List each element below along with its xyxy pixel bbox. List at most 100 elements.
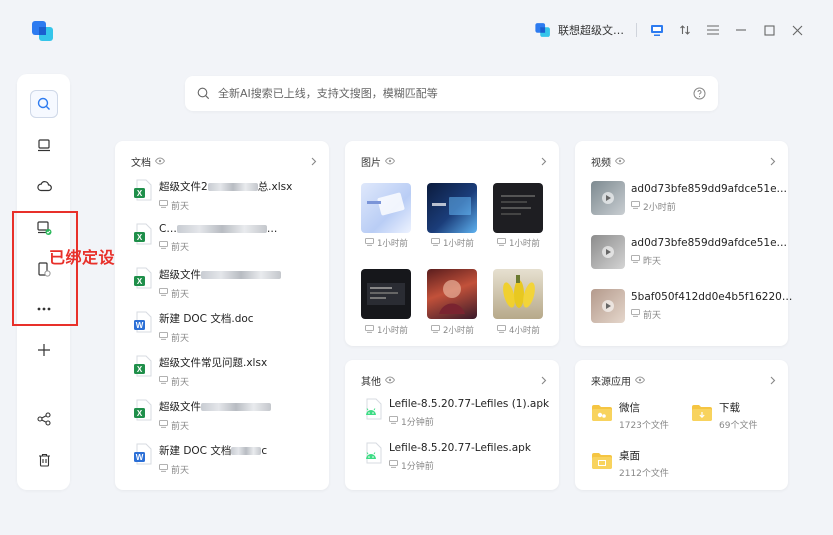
video-item[interactable]: ad0d73bfe859dd9afdce51e… 2小时前: [631, 183, 787, 213]
computer-icon: [431, 237, 440, 249]
minimize-icon[interactable]: [733, 22, 749, 38]
apk-file-item[interactable]: Lefile-8.5.20.77-Lefiles.apk 1分钟前: [363, 442, 531, 472]
computer-icon: [497, 237, 506, 249]
video-thumbnail[interactable]: [591, 289, 625, 323]
trash-icon: [38, 453, 50, 467]
download-folder-icon: [691, 404, 713, 431]
search-input[interactable]: [218, 87, 693, 100]
others-card: 其他 Lefile-8.5.20.77-Lefiles (1).apk 1分钟前 L…: [345, 360, 559, 490]
video-name: 5baf050f412dd0e4b5f16220…: [631, 291, 793, 303]
svg-text:X: X: [137, 233, 143, 242]
excel-file-icon: X: [133, 355, 153, 377]
menu-icon[interactable]: [705, 22, 721, 38]
eye-icon[interactable]: [635, 376, 645, 384]
desktop-folder-icon: [591, 452, 613, 479]
video-name: ad0d73bfe859dd9afdce51e…: [631, 237, 788, 249]
video-thumbnail[interactable]: [591, 181, 625, 215]
eye-icon[interactable]: [385, 157, 395, 165]
android-icon: [363, 398, 383, 420]
computer-icon: [389, 460, 398, 471]
document-meta: 前天: [159, 240, 277, 253]
redacted-text: [201, 403, 271, 411]
image-thumbnail[interactable]: [361, 269, 411, 319]
video-item[interactable]: ad0d73bfe859dd9afdce51e… 昨天: [631, 237, 787, 267]
add-icon: [38, 344, 50, 356]
documents-title: 文档: [131, 157, 151, 169]
app-logo-icon: [32, 21, 53, 41]
document-item[interactable]: X C…… 前天: [133, 223, 277, 253]
images-title: 图片: [361, 157, 381, 169]
help-icon[interactable]: [693, 87, 706, 100]
image-time: 4小时前: [497, 324, 540, 336]
image-thumbnail[interactable]: [361, 183, 411, 233]
annotation-highlight-box: [12, 211, 78, 326]
image-thumbnail[interactable]: [493, 269, 543, 319]
search-bar[interactable]: [185, 76, 718, 111]
documents-card: 文档 X 超级文件2 总.xlsx 前天 X C…… 前天 X 超级文件 前天 W 新建 DOC 文档…: [115, 141, 329, 490]
sidebar-item-trash[interactable]: [30, 446, 58, 474]
chevron-right-icon[interactable]: [541, 157, 547, 166]
eye-icon[interactable]: [615, 157, 625, 165]
source-app-item[interactable]: 微信 1723个文件: [591, 400, 669, 431]
chevron-right-icon[interactable]: [770, 157, 776, 166]
documents-header[interactable]: 文档: [131, 153, 317, 169]
computer-icon: [159, 420, 168, 431]
account-name: 联想超级文…: [558, 24, 624, 37]
source-app-item[interactable]: 桌面 2112个文件: [591, 448, 669, 479]
word-file-icon: W: [133, 443, 153, 465]
chevron-right-icon[interactable]: [541, 376, 547, 385]
apk-file-item[interactable]: Lefile-8.5.20.77-Lefiles (1).apk 1分钟前: [363, 398, 549, 428]
document-item[interactable]: X 超级文件2 总.xlsx 前天: [133, 179, 292, 212]
eye-icon[interactable]: [155, 157, 165, 165]
image-thumbnail[interactable]: [493, 183, 543, 233]
image-time: 1小时前: [365, 324, 408, 336]
document-item[interactable]: W 新建 DOC 文档 c 前天: [133, 443, 267, 476]
document-item[interactable]: X 超级文件 前天: [133, 399, 271, 432]
close-icon[interactable]: [789, 22, 805, 38]
sidebar-item-this-pc[interactable]: [30, 131, 58, 159]
maximize-icon[interactable]: [761, 22, 777, 38]
computer-icon: [159, 288, 168, 299]
wechat-folder-icon: [591, 404, 613, 431]
image-thumbnail[interactable]: [427, 183, 477, 233]
video-thumbnail[interactable]: [591, 235, 625, 269]
divider: [636, 23, 637, 37]
chevron-right-icon[interactable]: [311, 157, 317, 166]
monitor-icon[interactable]: [649, 22, 665, 38]
images-header[interactable]: 图片: [361, 153, 547, 169]
document-item[interactable]: W 新建 DOC 文档.doc 前天: [133, 311, 254, 344]
android-icon: [363, 442, 383, 464]
chevron-right-icon[interactable]: [770, 376, 776, 385]
others-header[interactable]: 其他: [361, 372, 547, 388]
videos-header[interactable]: 视频: [591, 153, 776, 169]
svg-text:W: W: [136, 453, 144, 462]
svg-text:X: X: [137, 365, 143, 374]
apk-file-meta: 1分钟前: [389, 459, 531, 472]
document-item[interactable]: X 超级文件 前天: [133, 267, 281, 300]
word-file-icon: W: [133, 311, 153, 333]
image-thumbnail[interactable]: [427, 269, 477, 319]
document-item[interactable]: X 超级文件常见问题.xlsx 前天: [133, 355, 267, 388]
computer-icon: [365, 324, 374, 336]
source-app-item[interactable]: 下载 69个文件: [691, 400, 757, 431]
video-meta: 昨天: [631, 254, 787, 267]
sidebar-item-share[interactable]: [30, 405, 58, 433]
image-time: 1小时前: [365, 237, 408, 249]
sidebar-item-add[interactable]: [30, 336, 58, 364]
sidebar-item-cloud[interactable]: [30, 172, 58, 200]
sources-header[interactable]: 来源应用: [591, 372, 776, 388]
source-app-count: 2112个文件: [619, 469, 669, 479]
image-time: 2小时前: [431, 324, 474, 336]
transfer-icon[interactable]: [677, 22, 693, 38]
video-meta: 前天: [631, 308, 792, 321]
source-app-count: 1723个文件: [619, 421, 669, 431]
excel-file-icon: X: [133, 399, 153, 421]
search-icon: [197, 87, 210, 100]
excel-file-icon: X: [133, 267, 153, 289]
video-item[interactable]: 5baf050f412dd0e4b5f16220… 前天: [631, 291, 792, 321]
account-switcher[interactable]: 联想超级文…: [534, 21, 624, 39]
apk-file-name: Lefile-8.5.20.77-Lefiles.apk: [389, 442, 531, 454]
search-icon: [37, 97, 50, 110]
eye-icon[interactable]: [385, 376, 395, 384]
sidebar-item-search[interactable]: [30, 90, 58, 118]
